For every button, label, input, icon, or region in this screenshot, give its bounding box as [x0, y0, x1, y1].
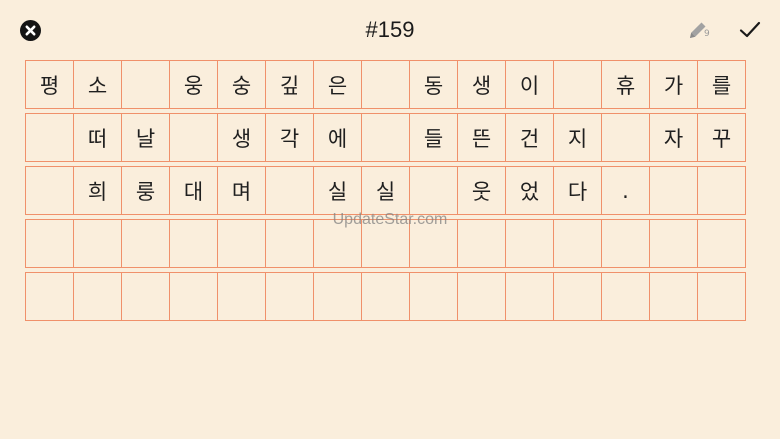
- grid-cell[interactable]: 뜬: [457, 113, 506, 162]
- grid-cell[interactable]: 실: [313, 166, 362, 215]
- grid-cell[interactable]: [409, 272, 458, 321]
- grid-cell[interactable]: 며: [217, 166, 266, 215]
- grid-cell[interactable]: [121, 219, 170, 268]
- grid-cell[interactable]: [553, 60, 602, 109]
- page-title: #159: [365, 17, 415, 42]
- grid-cell[interactable]: 웃: [457, 166, 506, 215]
- grid-cell[interactable]: 숭: [217, 60, 266, 109]
- grid-cell[interactable]: [649, 219, 698, 268]
- grid-cell[interactable]: 지: [553, 113, 602, 162]
- grid-cell[interactable]: [697, 272, 746, 321]
- manuscript-grid: 평소웅숭깊은동생이휴가를떠날생각에들뜬건지자꾸희룽대며실실웃었다.: [25, 60, 756, 325]
- grid-cell[interactable]: [169, 272, 218, 321]
- grid-cell[interactable]: [217, 272, 266, 321]
- grid-cell[interactable]: 휴: [601, 60, 650, 109]
- grid-cell[interactable]: [265, 272, 314, 321]
- grid-cell[interactable]: [505, 219, 554, 268]
- grid-cell[interactable]: .: [601, 166, 650, 215]
- grid-cell[interactable]: [409, 166, 458, 215]
- grid-cell[interactable]: 웅: [169, 60, 218, 109]
- grid-cell[interactable]: [73, 272, 122, 321]
- grid-cell[interactable]: 자: [649, 113, 698, 162]
- grid-row: 희룽대며실실웃었다.: [25, 166, 756, 215]
- grid-cell[interactable]: 희: [73, 166, 122, 215]
- grid-cell[interactable]: [361, 60, 410, 109]
- grid-cell[interactable]: [361, 272, 410, 321]
- grid-cell[interactable]: [649, 166, 698, 215]
- grid-cell[interactable]: 대: [169, 166, 218, 215]
- grid-cell[interactable]: [601, 272, 650, 321]
- grid-cell[interactable]: [697, 219, 746, 268]
- grid-cell[interactable]: 날: [121, 113, 170, 162]
- grid-cell[interactable]: [265, 166, 314, 215]
- grid-cell[interactable]: [25, 272, 74, 321]
- grid-cell[interactable]: [601, 219, 650, 268]
- grid-row: 떠날생각에들뜬건지자꾸: [25, 113, 756, 162]
- checkmark-icon: [739, 21, 761, 38]
- grid-cell[interactable]: 동: [409, 60, 458, 109]
- grid-cell[interactable]: [697, 166, 746, 215]
- grid-cell[interactable]: 실: [361, 166, 410, 215]
- grid-cell[interactable]: 생: [217, 113, 266, 162]
- grid-cell[interactable]: [73, 219, 122, 268]
- grid-cell[interactable]: [217, 219, 266, 268]
- grid-cell[interactable]: [601, 113, 650, 162]
- grid-cell[interactable]: [361, 113, 410, 162]
- grid-cell[interactable]: 떠: [73, 113, 122, 162]
- grid-cell[interactable]: [25, 166, 74, 215]
- grid-cell[interactable]: 평: [25, 60, 74, 109]
- grid-cell[interactable]: [121, 60, 170, 109]
- grid-cell[interactable]: [169, 219, 218, 268]
- grid-row: 평소웅숭깊은동생이휴가를: [25, 60, 756, 109]
- pencil-count: 9: [704, 29, 710, 39]
- grid-cell[interactable]: [25, 113, 74, 162]
- grid-cell[interactable]: [505, 272, 554, 321]
- grid-cell[interactable]: [409, 219, 458, 268]
- grid-row: [25, 272, 756, 321]
- grid-cell[interactable]: 룽: [121, 166, 170, 215]
- grid-cell[interactable]: [313, 219, 362, 268]
- grid-cell[interactable]: 꾸: [697, 113, 746, 162]
- top-bar: #159 9: [0, 0, 780, 60]
- grid-cell[interactable]: 를: [697, 60, 746, 109]
- grid-cell[interactable]: [265, 219, 314, 268]
- grid-cell[interactable]: 각: [265, 113, 314, 162]
- grid-cell[interactable]: 다: [553, 166, 602, 215]
- grid-cell[interactable]: 가: [649, 60, 698, 109]
- grid-cell[interactable]: [361, 219, 410, 268]
- grid-cell[interactable]: 들: [409, 113, 458, 162]
- grid-cell[interactable]: [313, 272, 362, 321]
- grid-cell[interactable]: 이: [505, 60, 554, 109]
- grid-cell[interactable]: 생: [457, 60, 506, 109]
- grid-cell[interactable]: [169, 113, 218, 162]
- grid-cell[interactable]: 에: [313, 113, 362, 162]
- grid-cell[interactable]: [457, 272, 506, 321]
- grid-cell[interactable]: 은: [313, 60, 362, 109]
- grid-cell[interactable]: 었: [505, 166, 554, 215]
- grid-cell[interactable]: [553, 219, 602, 268]
- grid-cell[interactable]: 소: [73, 60, 122, 109]
- confirm-button[interactable]: [738, 19, 762, 41]
- grid-cell[interactable]: 깊: [265, 60, 314, 109]
- grid-cell[interactable]: [553, 272, 602, 321]
- grid-cell[interactable]: [457, 219, 506, 268]
- grid-cell[interactable]: [25, 219, 74, 268]
- grid-row: [25, 219, 756, 268]
- grid-cell[interactable]: 건: [505, 113, 554, 162]
- grid-cell[interactable]: [121, 272, 170, 321]
- grid-cell[interactable]: [649, 272, 698, 321]
